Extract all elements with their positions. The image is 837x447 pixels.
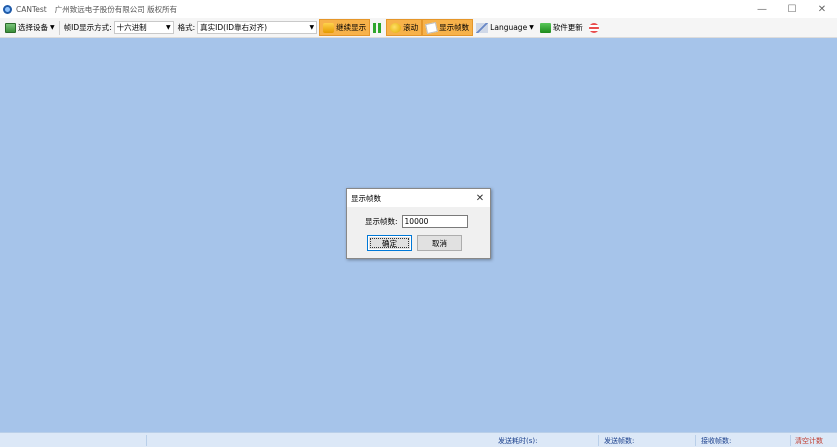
scroll-label: 滚动 [403, 23, 419, 32]
window-title: CANTest 广州致远电子股份有限公司 版权所有 [16, 4, 177, 15]
lifebuoy-icon [588, 22, 599, 33]
continue-display-label: 继续显示 [336, 23, 367, 32]
minimize-button[interactable]: — [747, 0, 777, 18]
continue-display-button[interactable]: 继续显示 [319, 19, 371, 36]
clear-count-button[interactable]: 清空计数 [795, 436, 823, 446]
recv-frames-label: 接收帧数: [701, 437, 732, 445]
frames-row: 显示帧数: [365, 215, 468, 228]
select-device-button[interactable]: 选择设备 ▼ [3, 20, 57, 36]
dialog-title-bar: 显示帧数 ✕ [347, 189, 490, 207]
status-divider [695, 435, 696, 446]
ok-button[interactable]: 确定 [367, 235, 412, 251]
chevron-down-icon: ▼ [309, 24, 315, 31]
app-logo-icon [3, 4, 12, 14]
frames-label: 显示帧数: [365, 217, 398, 226]
chevron-down-icon: ▼ [166, 24, 171, 31]
continue-display-icon [323, 22, 335, 33]
send-time-label: 发送耗时(s): [498, 437, 538, 445]
software-update-button[interactable]: 软件更新 [537, 19, 586, 36]
format-label: 格式: [177, 23, 196, 32]
language-label: Language [490, 23, 528, 32]
show-frames-icon [425, 21, 439, 34]
pause-icon [373, 22, 382, 33]
id-mode-group: 帧ID显示方式: 十六进制 ▼ [62, 20, 176, 36]
select-device-label: 选择设备 [18, 23, 48, 32]
main-toolbar: 选择设备 ▼ 帧ID显示方式: 十六进制 ▼ 格式: 真实ID(ID靠右对齐) … [0, 18, 837, 38]
show-frames-label: 显示帧数 [439, 23, 470, 32]
status-bar: 发送耗时(s): 发送帧数: 接收帧数: 清空计数 [0, 432, 837, 447]
chevron-down-icon: ▼ [529, 24, 534, 31]
chevron-down-icon: ▼ [50, 24, 55, 31]
id-mode-value: 十六进制 [116, 23, 147, 32]
toolbar-divider [58, 20, 60, 35]
id-mode-select[interactable]: 十六进制 ▼ [113, 21, 174, 34]
title-bar: CANTest 广州致远电子股份有限公司 版权所有 — ☐ ✕ [0, 0, 837, 18]
cancel-button[interactable]: 取消 [417, 235, 462, 251]
software-update-label: 软件更新 [552, 23, 583, 32]
close-window-button[interactable]: ✕ [807, 0, 837, 18]
send-frames-label: 发送帧数: [604, 437, 635, 445]
language-button[interactable]: Language ▼ [473, 19, 537, 36]
format-select[interactable]: 真实ID(ID靠右对齐) ▼ [197, 21, 318, 34]
id-mode-label: 帧ID显示方式: [63, 23, 112, 32]
status-divider [598, 435, 599, 446]
dialog-close-button[interactable]: ✕ [474, 193, 486, 204]
frames-input[interactable] [401, 215, 468, 228]
app-name: CANTest [16, 4, 47, 14]
update-icon [539, 22, 551, 33]
window-controls: — ☐ ✕ [747, 0, 837, 18]
format-value: 真实ID(ID靠右对齐) [200, 23, 267, 32]
status-divider [146, 435, 147, 446]
status-divider [790, 435, 791, 446]
scroll-button[interactable]: 滚动 [386, 19, 423, 36]
show-frames-button[interactable]: 显示帧数 [422, 19, 474, 36]
scroll-icon [390, 22, 402, 33]
window-subtitle: 广州致远电子股份有限公司 版权所有 [54, 4, 178, 14]
language-icon [476, 22, 489, 33]
show-frames-dialog: 显示帧数 ✕ 显示帧数: 确定 取消 [346, 188, 491, 259]
format-group: 格式: 真实ID(ID靠右对齐) ▼ [176, 20, 320, 36]
maximize-button[interactable]: ☐ [777, 0, 807, 18]
dialog-title: 显示帧数 [351, 193, 381, 203]
pause-button[interactable] [370, 19, 386, 36]
extra-tool-button[interactable] [586, 19, 604, 36]
device-icon [5, 22, 16, 33]
